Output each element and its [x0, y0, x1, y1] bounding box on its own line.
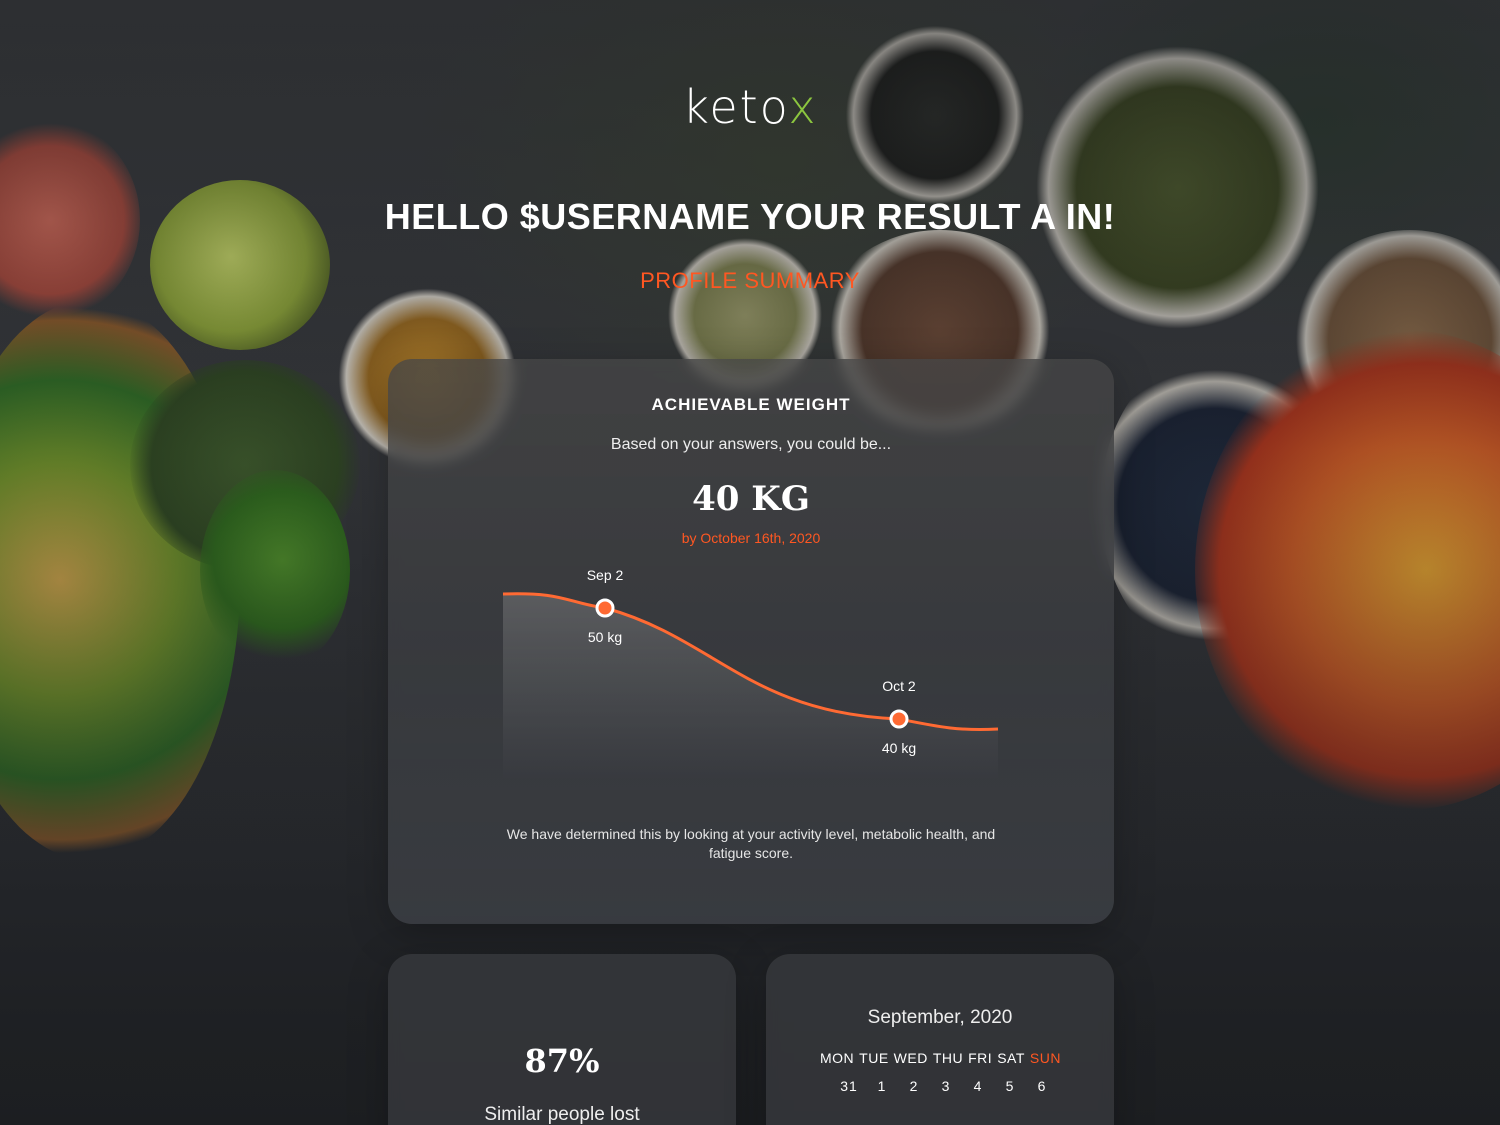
profile-summary-label: PROFILE SUMMARY [640, 268, 860, 293]
calendar-day[interactable]: 5 [994, 1078, 1026, 1094]
calendar-card: September, 2020 MON TUE WED THU FRI SAT SUN 31… [766, 954, 1114, 1125]
chart-point-date: Sep 2 [587, 567, 624, 583]
card-footnote: We have determined this by looking at yo… [506, 826, 996, 861]
achievable-weight-card: ACHIEVABLE WEIGHT Based on your answers,… [388, 359, 1114, 924]
calendar-day[interactable]: 3 [930, 1078, 962, 1094]
ketox-logo: ketox [682, 80, 818, 134]
similar-people-label: Similar people lost [484, 1104, 640, 1125]
chart-point-value: 50 kg [588, 629, 622, 645]
calendar-weekdays: MON TUE WED THU FRI SAT SUN [820, 1050, 1061, 1066]
calendar-day[interactable]: 31 [832, 1078, 866, 1094]
chart-point[interactable] [595, 598, 615, 618]
similar-people-percent: 87% [524, 1042, 600, 1080]
calendar-day[interactable]: 1 [866, 1078, 898, 1094]
weekday-wed: WED [893, 1050, 928, 1066]
weekday-fri: FRI [968, 1050, 993, 1066]
calendar-day[interactable]: 4 [962, 1078, 994, 1094]
weekday-sun: SUN [1029, 1050, 1061, 1066]
calendar-days: 31 1 2 3 4 5 6 [832, 1078, 1058, 1094]
chart-point-value: 40 kg [882, 740, 916, 756]
weekday-tue: TUE [859, 1050, 889, 1066]
weekday-mon: MON [820, 1050, 855, 1066]
greeting-heading: HELLO $USERNAME YOUR RESULT A IN! [384, 196, 1116, 237]
chart-point-date: Oct 2 [882, 678, 916, 694]
calendar-day[interactable]: 2 [898, 1078, 930, 1094]
similar-people-card: 87% Similar people lost [388, 954, 736, 1125]
chart-point[interactable] [889, 709, 909, 729]
weekday-sat: SAT [997, 1050, 1025, 1066]
calendar-day[interactable]: 6 [1026, 1078, 1058, 1094]
calendar-month: September, 2020 [867, 1007, 1013, 1028]
weekday-thu: THU [932, 1050, 964, 1066]
chart-area [503, 593, 998, 779]
